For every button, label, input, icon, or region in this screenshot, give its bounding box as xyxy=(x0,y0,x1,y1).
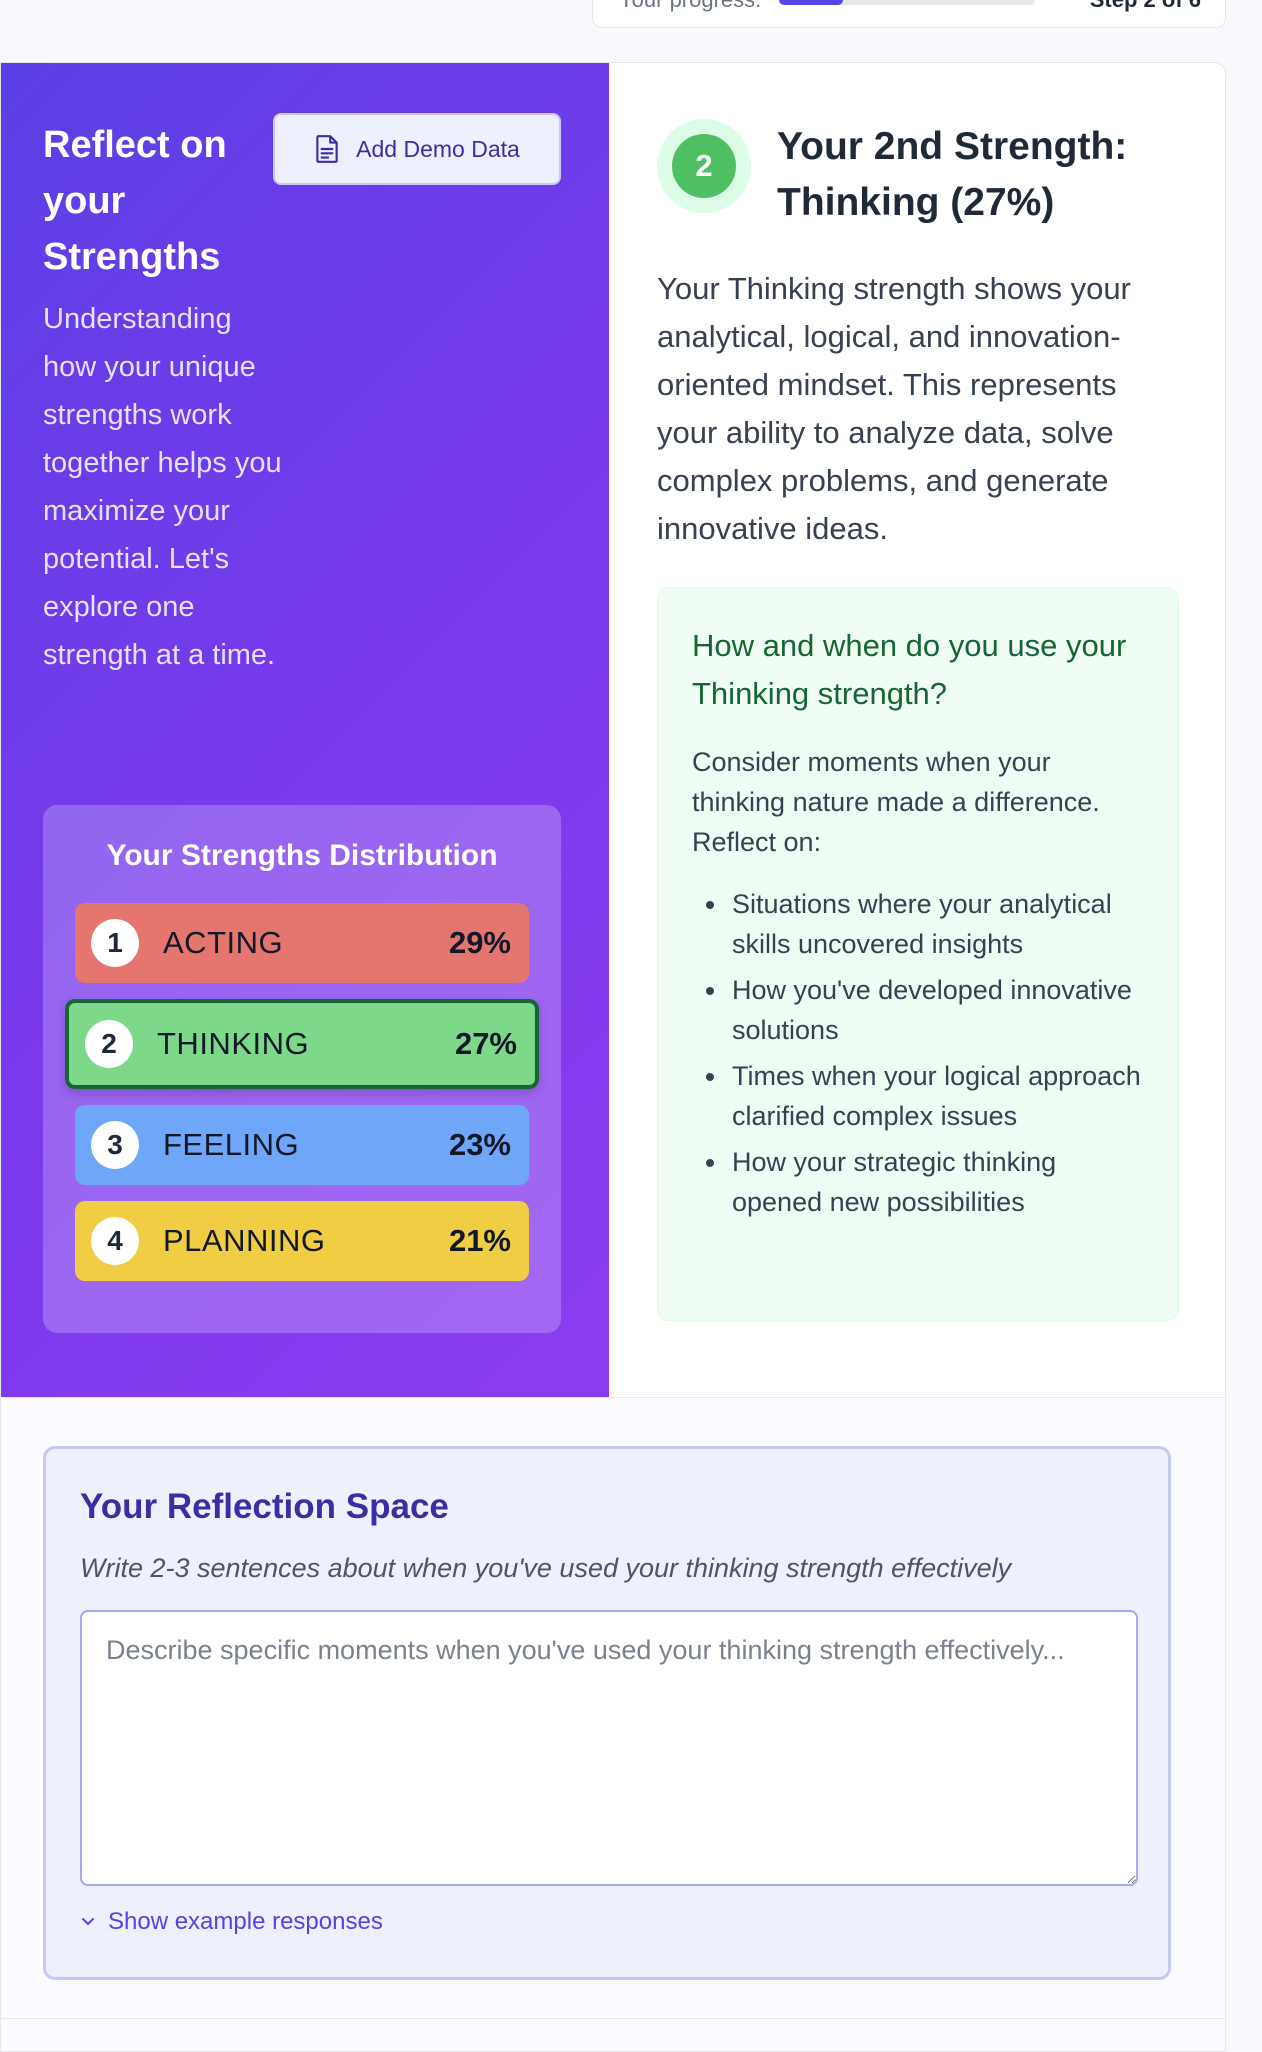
strengths-distribution: Your Strengths Distribution 1 ACTING 29% 2 T… xyxy=(43,805,561,1333)
reflection-title: Your Reflection Space xyxy=(80,1487,449,1526)
distribution-list: 1 ACTING 29% 2 THINKING 27% 3 FEELING 23% 4 PLANNI… xyxy=(65,903,539,1281)
strength-row-planning[interactable]: 4 PLANNING 21% xyxy=(75,1201,529,1281)
prompt-lead: Consider moments when your thinking natu… xyxy=(692,747,1100,857)
progress-bar-fill xyxy=(779,0,844,5)
left-panel: Reflect on your Strengths Understanding … xyxy=(1,63,609,1397)
strength-number-badge: 2 xyxy=(657,119,751,213)
reflection-space: Your Reflection Space Write 2-3 sentence… xyxy=(43,1446,1171,1980)
strength-row-feeling[interactable]: 3 FEELING 23% xyxy=(75,1105,529,1185)
progress-step-text: Step 2 of 6 xyxy=(1090,0,1201,13)
strength-header: 2 Your 2nd Strength: Thinking (27%) xyxy=(657,119,1179,231)
strength-row-thinking[interactable]: 2 THINKING 27% xyxy=(65,999,539,1089)
strength-percentage: 29% xyxy=(448,925,511,960)
rank-badge: 2 xyxy=(85,1020,133,1068)
rank-badge: 3 xyxy=(91,1121,139,1169)
progress-card: Your progress: Step 2 of 6 xyxy=(592,0,1226,28)
rank-badge: 1 xyxy=(91,919,139,967)
reflection-textarea[interactable] xyxy=(80,1610,1138,1886)
intro-text: Understanding how your unique strengths … xyxy=(43,303,282,671)
show-examples-label: Show example responses xyxy=(108,1908,383,1935)
strength-name: PLANNING xyxy=(163,1223,326,1258)
strength-percentage: 21% xyxy=(448,1223,511,1258)
prompt-item: How your strategic thinking opened new p… xyxy=(692,1142,1146,1222)
chevron-down-icon xyxy=(82,1918,94,1925)
strength-number: 2 xyxy=(672,134,736,198)
distribution-title: Your Strengths Distribution xyxy=(106,839,498,872)
reflection-section: Your Reflection Space Write 2-3 sentence… xyxy=(1,1398,1225,2051)
prompt-title: How and when do you use your Thinking st… xyxy=(692,628,1127,711)
show-examples-toggle[interactable]: Show example responses xyxy=(80,1908,1134,1936)
reflection-instructions: Write 2-3 sentences about when you've us… xyxy=(80,1553,1012,1583)
progress-label: Your progress: xyxy=(619,0,761,13)
strength-name: THINKING xyxy=(157,1026,310,1061)
prompt-item: Situations where your analytical skills … xyxy=(692,884,1146,964)
add-demo-data-button[interactable]: Add Demo Data xyxy=(273,113,561,185)
prompt-item: Times when your logical approach clarifi… xyxy=(692,1056,1146,1136)
page-title: Reflect on your Strengths xyxy=(43,124,227,278)
footer-divider xyxy=(1,2018,1225,2019)
strength-percentage: 23% xyxy=(448,1127,511,1162)
strength-reflection-card: Reflect on your Strengths Understanding … xyxy=(0,62,1226,2052)
prompt-list: Situations where your analytical skills … xyxy=(692,884,1146,1222)
strength-percentage: 27% xyxy=(454,1026,517,1061)
progress-bar xyxy=(779,0,1036,5)
strength-name: ACTING xyxy=(163,925,284,960)
add-demo-data-label: Add Demo Data xyxy=(356,135,520,162)
rank-badge: 4 xyxy=(91,1217,139,1265)
strength-heading: Your 2nd Strength: Thinking (27%) xyxy=(777,125,1128,224)
prompt-item: How you've developed innovative solution… xyxy=(692,970,1146,1050)
strength-name: FEELING xyxy=(163,1127,300,1162)
document-icon xyxy=(316,135,338,163)
right-panel: 2 Your 2nd Strength: Thinking (27%) Your… xyxy=(609,63,1225,1397)
strength-row-acting[interactable]: 1 ACTING 29% xyxy=(75,903,529,983)
reflection-prompt-box: How and when do you use your Thinking st… xyxy=(657,587,1179,1321)
strength-description: Your Thinking strength shows your analyt… xyxy=(657,271,1131,546)
